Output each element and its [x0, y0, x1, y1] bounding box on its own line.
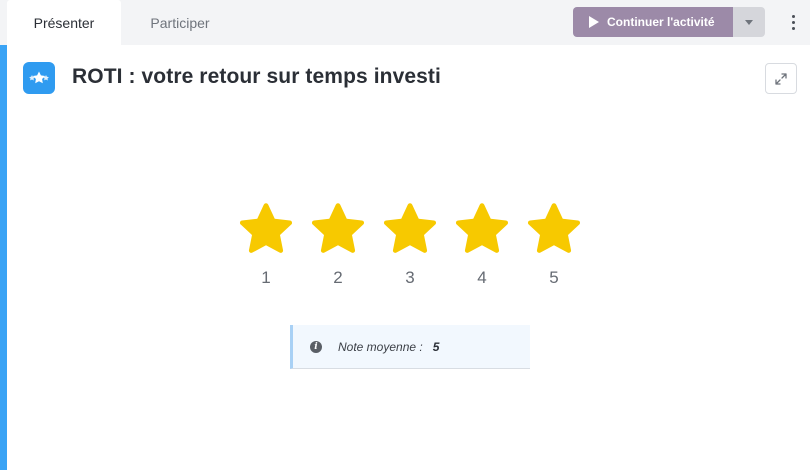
star-label: 5 [549, 268, 559, 287]
star-label: 3 [405, 268, 415, 287]
tab-participate[interactable]: Participer [121, 0, 239, 45]
kebab-icon [791, 14, 795, 18]
expand-icon [775, 72, 787, 85]
rating-stars: 1 2 3 4 5 [230, 200, 590, 288]
expand-button[interactable] [765, 63, 797, 94]
star-label: 2 [333, 268, 343, 287]
rating-star-3[interactable]: 3 [374, 200, 446, 288]
star-icon [383, 203, 437, 253]
rating-star-4[interactable]: 4 [446, 200, 518, 288]
average-rating-value: 5 [432, 339, 440, 354]
rating-star-1[interactable]: 1 [230, 200, 302, 288]
info-icon: i [310, 340, 322, 353]
more-options-button[interactable] [786, 10, 800, 34]
rating-star-5[interactable]: 5 [518, 200, 590, 288]
star-icon [239, 203, 293, 253]
rating-star-2[interactable]: 2 [302, 200, 374, 288]
average-rating-box: i Note moyenne : 5 [290, 325, 530, 369]
continue-activity-button[interactable]: Continuer l'activité [573, 7, 733, 37]
tab-present[interactable]: Présenter [7, 0, 121, 45]
caret-down-icon [745, 19, 753, 25]
star-icon [311, 203, 365, 253]
page-title: ROTI : votre retour sur temps investi [72, 65, 441, 88]
star-label: 4 [477, 268, 487, 287]
left-accent-bar [0, 0, 7, 470]
top-bar: Présenter Participer Continuer l'activit… [0, 0, 810, 45]
stars-icon [23, 62, 55, 94]
continue-activity-group: Continuer l'activité [573, 7, 765, 37]
play-icon [589, 16, 599, 28]
continue-activity-label: Continuer l'activité [607, 15, 715, 29]
star-icon [527, 203, 581, 253]
continue-dropdown-button[interactable] [733, 7, 765, 37]
star-icon [455, 203, 509, 253]
star-label: 1 [261, 268, 271, 287]
average-rating-label: Note moyenne : [338, 339, 423, 354]
